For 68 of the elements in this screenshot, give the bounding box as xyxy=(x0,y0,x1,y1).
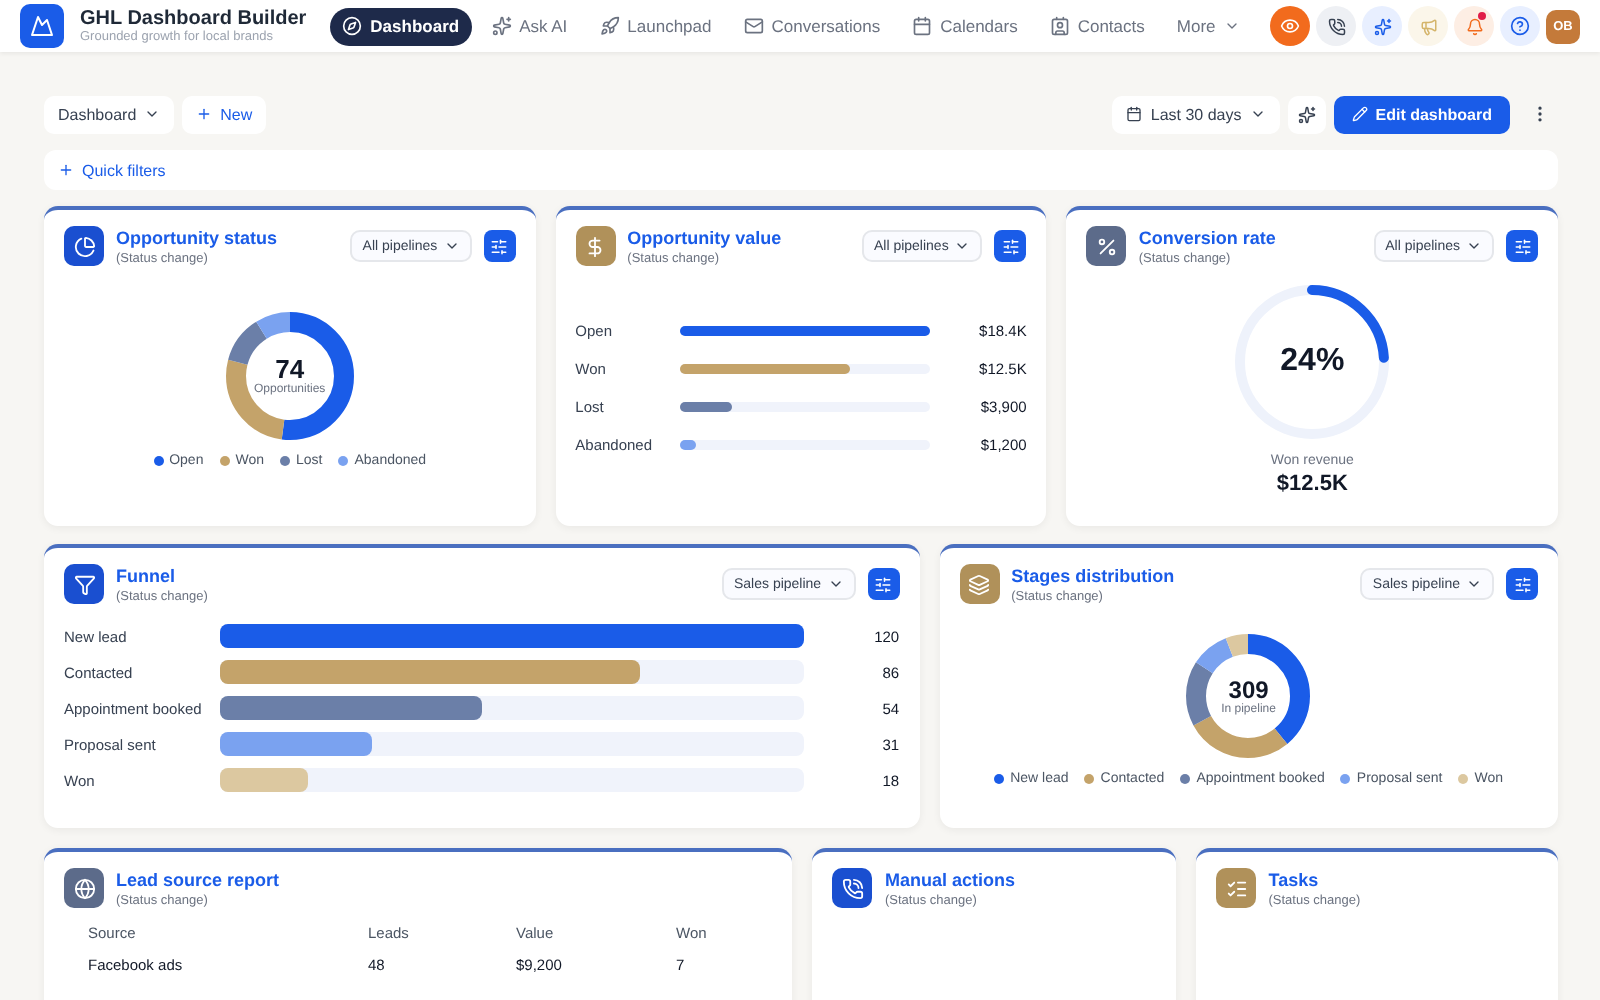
mail-icon xyxy=(743,16,764,36)
percent-icon xyxy=(1086,226,1127,266)
sparkle-icon[interactable] xyxy=(1362,6,1402,46)
donut-chart xyxy=(223,309,356,441)
card-title: Funnel xyxy=(116,565,177,585)
dollar-icon xyxy=(575,226,616,266)
rocket-icon xyxy=(599,16,620,36)
filter-settings-button[interactable] xyxy=(1506,230,1538,262)
filter-settings-button[interactable] xyxy=(1506,568,1538,600)
revenue-amount: $12.5K xyxy=(1276,471,1348,495)
contact-card-icon xyxy=(1049,16,1070,36)
new-button[interactable]: New xyxy=(182,95,267,133)
conversion-value: 24% xyxy=(1280,343,1345,379)
pencil-icon xyxy=(1351,106,1368,122)
globe-icon xyxy=(64,868,104,908)
card-title: Stages distribution xyxy=(1011,565,1177,585)
chevron-icon xyxy=(1466,238,1482,254)
card-title: Opportunity value xyxy=(627,227,784,247)
plus-icon xyxy=(58,162,74,178)
filter-settings-button[interactable] xyxy=(994,230,1027,262)
sliders-icon xyxy=(1513,237,1531,255)
card-title: Tasks xyxy=(1268,869,1321,889)
card-title: Lead source report xyxy=(116,869,282,889)
help-icon[interactable] xyxy=(1500,6,1540,46)
chevron-icon xyxy=(443,238,460,254)
date-range-select[interactable]: Last 30 days xyxy=(1112,95,1280,133)
sparkle-button[interactable] xyxy=(1287,95,1326,133)
edit-dashboard-button[interactable]: Edit dashboard xyxy=(1333,95,1510,133)
center-value: 309 xyxy=(1228,675,1269,703)
calendar-icon xyxy=(1126,106,1143,122)
funnel-icon xyxy=(64,564,104,604)
layers-icon xyxy=(959,564,1000,604)
phone-icon[interactable] xyxy=(1316,6,1356,46)
nav-tab[interactable]: Contacts xyxy=(1037,7,1157,45)
bell-icon[interactable] xyxy=(1454,6,1494,46)
sliders-icon xyxy=(1513,575,1531,593)
chevron-icon xyxy=(1249,106,1266,122)
nav-tab[interactable]: More xyxy=(1164,7,1252,45)
sparkle-icon xyxy=(1297,105,1316,123)
card-title: Conversion rate xyxy=(1138,227,1278,247)
compass-icon xyxy=(342,16,363,36)
chevron-icon xyxy=(827,576,844,592)
dashboard-select[interactable]: Dashboard xyxy=(44,95,175,133)
nav-tab[interactable]: Launchpad xyxy=(587,7,724,45)
chevron-icon xyxy=(144,106,161,122)
nav-tab[interactable]: Ask AI xyxy=(479,7,580,45)
center-value: 74 xyxy=(275,354,305,384)
sliders-icon xyxy=(874,575,893,593)
sliders-icon xyxy=(1001,237,1020,255)
card-title: Opportunity status xyxy=(116,227,279,247)
sparkle-icon xyxy=(491,16,512,36)
nav-tab[interactable]: Dashboard xyxy=(330,7,472,45)
chevron-icon xyxy=(1223,18,1240,34)
chevron-icon xyxy=(954,238,971,254)
nav-tab[interactable]: Calendars xyxy=(900,7,1030,45)
checklist-icon xyxy=(1216,868,1257,908)
plus-icon xyxy=(196,106,213,122)
donut-chart xyxy=(1184,631,1313,759)
app-title: GHL Dashboard Builder xyxy=(80,8,307,30)
filter-settings-button[interactable] xyxy=(867,568,900,600)
card-title: Manual actions xyxy=(884,869,1017,889)
sliders-icon xyxy=(490,237,509,255)
filter-settings-button[interactable] xyxy=(483,230,516,262)
pie-chart-icon xyxy=(64,226,104,266)
calendar-icon xyxy=(912,16,933,36)
nav-tab[interactable]: Conversations xyxy=(731,7,893,45)
phone-icon xyxy=(832,868,873,908)
chevron-icon xyxy=(1466,576,1482,592)
